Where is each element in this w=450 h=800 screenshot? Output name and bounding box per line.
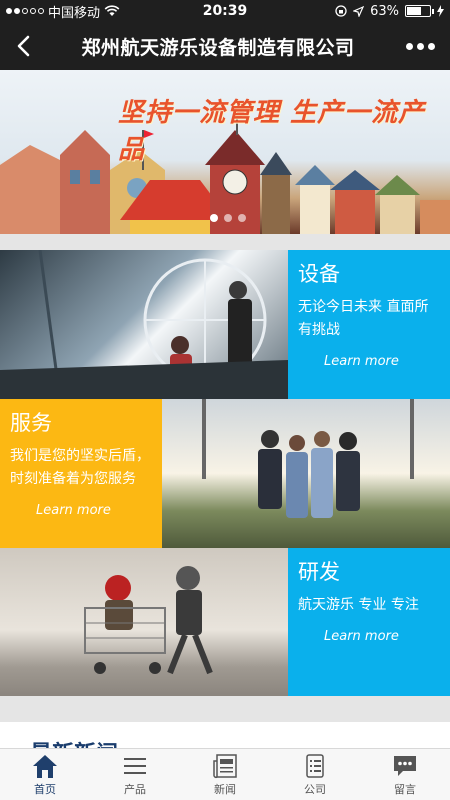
- wifi-icon: [104, 5, 120, 16]
- home-icon: [33, 755, 57, 778]
- feature-photo-racers: [0, 548, 288, 697]
- more-dot: [416, 42, 424, 50]
- feature-photo-team: [162, 399, 450, 548]
- back-button[interactable]: [0, 22, 46, 70]
- learn-more-link[interactable]: Learn more: [298, 354, 440, 369]
- document-icon: [306, 754, 324, 778]
- feature-tile-research[interactable]: 研发 航天游乐 专业 专注 Learn more: [0, 548, 450, 697]
- more-dot: [427, 42, 435, 50]
- battery-icon: [405, 5, 434, 17]
- rotation-lock-icon: [335, 5, 347, 17]
- menu-icon: [124, 758, 146, 774]
- banner-carousel[interactable]: 坚持一流管理 生产一流产品: [0, 70, 450, 234]
- tab-label: 新闻: [214, 783, 236, 796]
- team-illustration: [202, 399, 414, 518]
- charging-icon: [437, 5, 444, 17]
- status-left: 中国移动: [6, 2, 166, 21]
- status-right: 63%: [284, 4, 444, 19]
- feature-panel: 设备 无论今日未来 直面所有挑战 Learn more: [288, 250, 450, 399]
- feature-title: 研发: [298, 560, 340, 584]
- tab-news[interactable]: 新闻: [180, 749, 270, 800]
- more-dot: [405, 42, 413, 50]
- status-bar: 中国移动 20:39 63%: [0, 0, 450, 22]
- feature-photo-sailing: [0, 250, 288, 399]
- tab-home[interactable]: 首页: [0, 749, 90, 800]
- feature-panel: 服务 我们是您的坚实后盾，时刻准备着为您服务 Learn more: [0, 399, 162, 548]
- page-title: 郑州航天游乐设备制造有限公司: [81, 36, 355, 59]
- carousel-dot[interactable]: [224, 214, 232, 222]
- feature-desc: 无论今日未来 直面所有挑战: [298, 299, 429, 338]
- tab-label: 公司: [304, 783, 326, 796]
- feature-desc: 航天游乐 专业 专注: [298, 597, 419, 613]
- tab-message[interactable]: 留言: [360, 749, 450, 800]
- feature-title: 服务: [10, 411, 52, 435]
- learn-more-link[interactable]: Learn more: [10, 503, 152, 518]
- battery-fill: [407, 7, 421, 15]
- tab-label: 产品: [124, 783, 146, 796]
- chat-icon: [394, 756, 416, 776]
- racers-illustration: [84, 566, 213, 675]
- more-button[interactable]: [390, 22, 450, 70]
- feature-panel: 研发 航天游乐 专业 专注 Learn more: [288, 548, 450, 697]
- signal-icon: [6, 8, 44, 14]
- chevron-left-icon: [17, 35, 30, 57]
- carrier-label: 中国移动: [48, 5, 101, 21]
- section-divider: [0, 696, 450, 722]
- feature-desc: 我们是您的坚实后盾，时刻准备着为您服务: [10, 448, 150, 487]
- news-heading: 最新新闻: [30, 736, 118, 748]
- tab-label: 留言: [394, 783, 416, 796]
- section-divider: [0, 234, 450, 250]
- battery-percent: 63%: [370, 3, 399, 19]
- newspaper-icon: [213, 754, 237, 779]
- carousel-dot[interactable]: [238, 214, 246, 222]
- feature-tile-equipment[interactable]: 设备 无论今日未来 直面所有挑战 Learn more: [0, 250, 450, 399]
- location-icon: [353, 5, 365, 17]
- feature-title: 设备: [298, 262, 340, 286]
- banner-slogan: 坚持一流管理 生产一流产品: [118, 98, 426, 165]
- carousel-indicator: [210, 214, 246, 222]
- clock: 20:39: [202, 3, 248, 19]
- tab-company[interactable]: 公司: [270, 749, 360, 800]
- learn-more-link[interactable]: Learn more: [298, 629, 440, 644]
- tab-products[interactable]: 产品: [90, 749, 180, 800]
- tab-label: 首页: [34, 783, 56, 796]
- sailing-illustration: [0, 250, 288, 399]
- nav-bar: 郑州航天游乐设备制造有限公司: [0, 22, 450, 70]
- bottom-tab-bar: 首页 产品 新闻 公司 留言: [0, 748, 450, 800]
- feature-tile-service[interactable]: 服务 我们是您的坚实后盾，时刻准备着为您服务 Learn more: [0, 399, 450, 548]
- news-section: 最新新闻: [0, 722, 450, 748]
- carousel-dot[interactable]: [210, 214, 218, 222]
